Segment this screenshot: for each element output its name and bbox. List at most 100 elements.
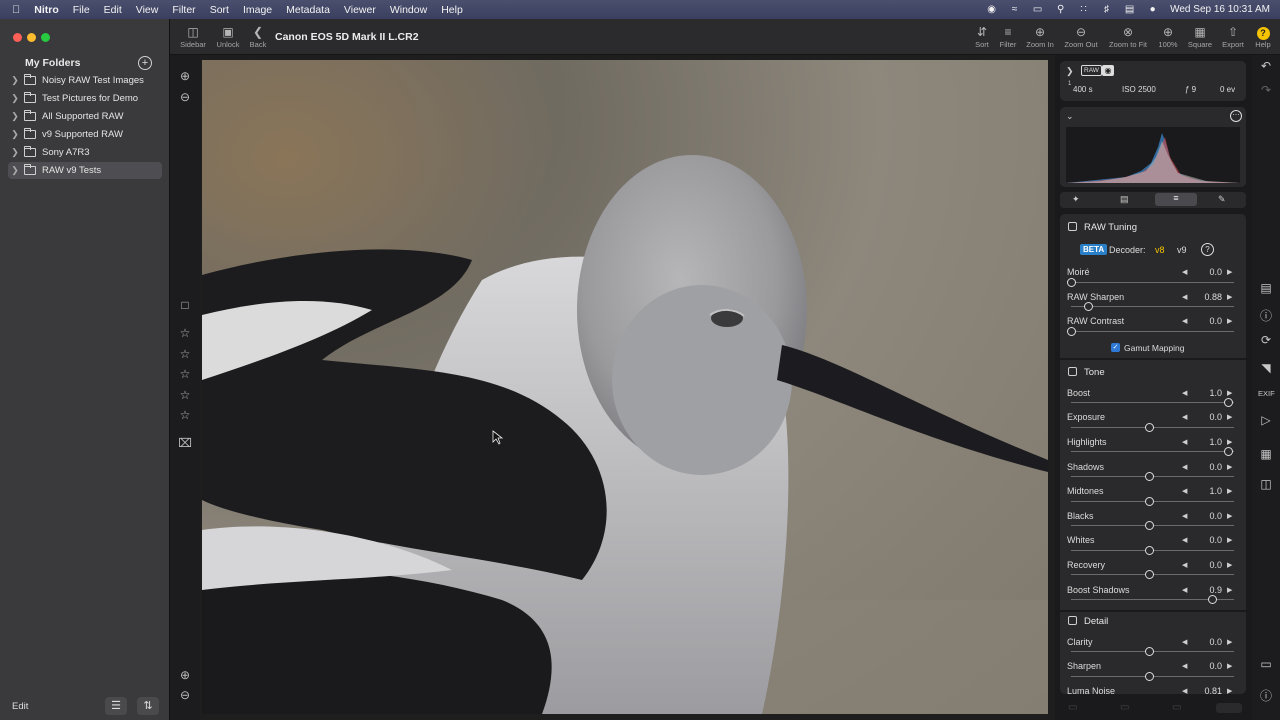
slider-value[interactable]: 1.0 — [1196, 437, 1222, 447]
menu-filter[interactable]: Filter — [165, 4, 202, 16]
minimize-window-button[interactable] — [27, 33, 36, 42]
edit-button[interactable]: Edit — [12, 701, 28, 712]
decoder-v9-option[interactable]: v9 — [1177, 245, 1187, 255]
increment-arrow-icon[interactable]: ▶ — [1227, 438, 1232, 446]
slider-value[interactable]: 0.0 — [1196, 267, 1222, 277]
detail-checkbox[interactable] — [1068, 616, 1077, 625]
comment-icon[interactable]: □ — [177, 298, 193, 312]
menu-file[interactable]: File — [66, 4, 97, 16]
wifi-icon[interactable]: ≈ — [1003, 4, 1026, 15]
chevron-right-icon[interactable]: ❯ — [8, 147, 22, 158]
menu-edit[interactable]: Edit — [97, 4, 129, 16]
slider-knob[interactable] — [1145, 521, 1154, 530]
more-options-icon[interactable]: ⋯ — [1230, 110, 1242, 122]
battery-icon[interactable]: ▭ — [1026, 4, 1049, 15]
increment-arrow-icon[interactable]: ▶ — [1227, 293, 1232, 301]
decrement-arrow-icon[interactable]: ◀ — [1182, 638, 1187, 646]
square-button[interactable]: ▦ Square — [1184, 25, 1216, 49]
tab-brush[interactable]: ✎ — [1218, 194, 1226, 205]
compare-tab-icon[interactable]: ◫ — [1258, 477, 1274, 491]
menu-help[interactable]: Help — [434, 4, 470, 16]
star-icon[interactable]: ☆ — [177, 326, 193, 340]
zoom-out-icon[interactable]: ⊖ — [177, 90, 193, 104]
unlock-button[interactable]: ▣ Unlock — [214, 25, 242, 49]
sidebar-folder-test-pictures[interactable]: ❯ Test Pictures for Demo — [8, 90, 162, 107]
gamut-mapping-checkbox[interactable]: ✓ — [1111, 343, 1120, 352]
slider-knob[interactable] — [1145, 497, 1154, 506]
slider-track[interactable] — [1071, 282, 1234, 283]
slider-knob[interactable] — [1224, 447, 1233, 456]
zoom-in-button[interactable]: ⊕ Zoom In — [1023, 25, 1057, 49]
photo-viewer[interactable] — [202, 60, 1048, 714]
chevron-right-icon[interactable]: ❯ — [8, 111, 22, 122]
decrement-arrow-icon[interactable]: ◀ — [1182, 463, 1187, 471]
decrement-arrow-icon[interactable]: ◀ — [1182, 389, 1187, 397]
sidebar-folder-all-supported[interactable]: ❯ All Supported RAW — [8, 108, 162, 125]
sync-tab-icon[interactable]: ⟳ — [1258, 333, 1274, 347]
decrement-arrow-icon[interactable]: ◀ — [1182, 487, 1187, 495]
slider-value[interactable]: 0.0 — [1196, 412, 1222, 422]
tab-adjust[interactable]: ≡ — [1155, 193, 1197, 206]
sort-button[interactable]: ⇵ Sort — [970, 25, 994, 49]
slider-value[interactable]: 0.0 — [1196, 637, 1222, 647]
zoom-in-icon[interactable]: ⊕ — [177, 69, 193, 83]
star-icon[interactable]: ☆ — [177, 347, 193, 361]
slider-value[interactable]: 0.88 — [1196, 292, 1222, 302]
paste-icon[interactable]: ▭ — [1120, 702, 1129, 713]
search-icon[interactable]: ⚲ — [1049, 4, 1072, 15]
decrement-arrow-icon[interactable]: ◀ — [1182, 561, 1187, 569]
increment-arrow-icon[interactable]: ▶ — [1227, 638, 1232, 646]
slider-value[interactable]: 0.0 — [1196, 535, 1222, 545]
slider-track[interactable] — [1071, 331, 1234, 332]
menu-nitro[interactable]: Nitro — [27, 4, 66, 16]
help-circle-icon[interactable]: ⓘ — [1258, 687, 1274, 704]
tag-tab-icon[interactable]: ◥ — [1258, 361, 1274, 375]
close-window-button[interactable] — [13, 33, 22, 42]
grid-tab-icon[interactable]: ▦ — [1258, 447, 1274, 461]
decrement-arrow-icon[interactable]: ◀ — [1182, 586, 1187, 594]
slider-value[interactable]: 1.0 — [1196, 486, 1222, 496]
slider-value[interactable]: 0.0 — [1196, 511, 1222, 521]
terminal-tab-icon[interactable]: ▷ — [1258, 413, 1274, 427]
control-center-icon[interactable]: ▤ — [1118, 4, 1141, 15]
slider-value[interactable]: 0.0 — [1196, 661, 1222, 671]
increment-arrow-icon[interactable]: ▶ — [1227, 413, 1232, 421]
decoder-help-icon[interactable]: ? — [1201, 243, 1214, 256]
slider-knob[interactable] — [1084, 302, 1093, 311]
zoom-to-fit-button[interactable]: ⊗ Zoom to Fit — [1105, 25, 1151, 49]
decoder-v8-option[interactable]: v8 — [1155, 245, 1165, 255]
chevron-right-icon[interactable]: ❯ — [8, 129, 22, 140]
slider-value[interactable]: 0.0 — [1196, 462, 1222, 472]
slider-knob[interactable] — [1145, 423, 1154, 432]
decrement-arrow-icon[interactable]: ◀ — [1182, 662, 1187, 670]
star-icon[interactable]: ☆ — [177, 367, 193, 381]
increment-arrow-icon[interactable]: ▶ — [1227, 687, 1232, 694]
menu-view[interactable]: View — [129, 4, 166, 16]
slider-value[interactable]: 0.0 — [1196, 316, 1222, 326]
slider-track[interactable] — [1071, 306, 1234, 307]
sidebar-folder-sony[interactable]: ❯ Sony A7R3 — [8, 144, 162, 161]
decrement-arrow-icon[interactable]: ◀ — [1182, 293, 1187, 301]
increment-arrow-icon[interactable]: ▶ — [1227, 662, 1232, 670]
increment-arrow-icon[interactable]: ▶ — [1227, 487, 1232, 495]
copy-icon[interactable]: ▭ — [1068, 702, 1077, 713]
decrement-arrow-icon[interactable]: ◀ — [1182, 268, 1187, 276]
decrement-arrow-icon[interactable]: ◀ — [1182, 413, 1187, 421]
slider-value[interactable]: 0.0 — [1196, 560, 1222, 570]
increment-arrow-icon[interactable]: ▶ — [1227, 512, 1232, 520]
bluetooth-icon[interactable]: ∷ — [1072, 4, 1095, 15]
menu-sort[interactable]: Sort — [203, 4, 236, 16]
sort-order-icon[interactable]: ⇅ — [137, 697, 159, 715]
chevron-right-icon[interactable]: ❯ — [8, 75, 22, 86]
increment-arrow-icon[interactable]: ▶ — [1227, 389, 1232, 397]
zoom-in-icon[interactable]: ⊕ — [177, 668, 193, 682]
slider-track[interactable] — [1071, 402, 1234, 403]
slider-knob[interactable] — [1067, 327, 1076, 336]
chevron-right-icon[interactable]: ❯ — [1066, 66, 1074, 77]
exif-tab[interactable]: EXIF — [1258, 389, 1275, 398]
slider-value[interactable]: 0.9 — [1196, 585, 1222, 595]
tab-info[interactable]: ▤ — [1120, 194, 1129, 205]
slider-value[interactable]: 1.0 — [1196, 388, 1222, 398]
export-button[interactable]: ⇧ Export — [1219, 25, 1247, 49]
decrement-arrow-icon[interactable]: ◀ — [1182, 536, 1187, 544]
